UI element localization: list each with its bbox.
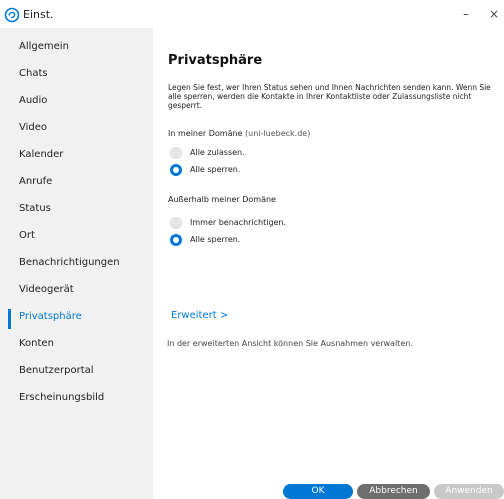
advanced-note: In der erweiterten Ansicht können Sie Au… xyxy=(167,339,413,348)
in-domain-section-label: In meiner Domäne (uni-luebeck.de) xyxy=(168,129,310,138)
sidebar-item-label: Anrufe xyxy=(19,176,53,187)
sidebar-item-kalender[interactable]: Kalender xyxy=(0,144,153,170)
sidebar-item-videogeraet[interactable]: Videogerät xyxy=(0,279,153,305)
outside-domain-label: Außerhalb meiner Domäne xyxy=(168,195,276,204)
sidebar-item-privatsphaere[interactable]: Privatsphäre xyxy=(0,306,153,332)
radio-button-checked-icon[interactable] xyxy=(170,164,182,176)
apply-button[interactable]: Anwenden xyxy=(434,484,504,499)
radio-button-unchecked-icon[interactable] xyxy=(170,147,182,159)
ok-button[interactable]: OK xyxy=(283,484,353,499)
sidebar-item-label: Kalender xyxy=(19,149,64,160)
sidebar-item-video[interactable]: Video xyxy=(0,117,153,143)
domain-name: (uni-luebeck.de) xyxy=(245,129,311,138)
sidebar-item-anrufe[interactable]: Anrufe xyxy=(0,171,153,197)
sidebar-item-label: Video xyxy=(19,122,48,133)
sidebar-item-erscheinungsbild[interactable]: Erscheinungsbild xyxy=(0,387,153,413)
settings-content: Privatsphäre Legen Sie fest, wer Ihren S… xyxy=(153,28,504,499)
sidebar: Allgemein Chats Audio Video Kalender Anr… xyxy=(0,28,153,499)
sidebar-item-label: Status xyxy=(19,203,51,214)
sidebar-item-label: Benutzerportal xyxy=(19,365,94,376)
advanced-link[interactable]: Erweitert > xyxy=(171,310,228,321)
sidebar-item-label: Allgemein xyxy=(19,41,69,52)
sidebar-item-ort[interactable]: Ort xyxy=(0,225,153,251)
sidebar-item-label: Privatsphäre xyxy=(19,311,82,322)
sidebar-item-label: Benachrichtigungen xyxy=(19,257,120,268)
radio-label[interactable]: Alle zulassen. xyxy=(190,148,245,157)
radio-button-checked-icon[interactable] xyxy=(170,234,182,246)
title-bar: Einst. – × xyxy=(0,0,504,28)
sidebar-item-label: Audio xyxy=(19,95,48,106)
sidebar-item-benachrichtigungen[interactable]: Benachrichtigungen xyxy=(0,252,153,278)
sidebar-item-allgemein[interactable]: Allgemein xyxy=(0,36,153,62)
sidebar-item-label: Videogerät xyxy=(19,284,74,295)
in-domain-label: In meiner Domäne xyxy=(168,129,243,138)
close-button[interactable]: × xyxy=(489,7,499,21)
radio-label[interactable]: Immer benachrichtigen. xyxy=(190,218,286,227)
sidebar-item-konten[interactable]: Konten xyxy=(0,333,153,359)
radio-button-unchecked-icon[interactable] xyxy=(170,217,182,229)
sidebar-item-label: Erscheinungsbild xyxy=(19,392,105,403)
sidebar-item-status[interactable]: Status xyxy=(0,198,153,224)
radio-label[interactable]: Alle sperren. xyxy=(190,235,240,244)
sidebar-item-benutzerportal[interactable]: Benutzerportal xyxy=(0,360,153,386)
sidebar-item-label: Chats xyxy=(19,68,48,79)
window-title: Einst. xyxy=(23,8,54,21)
app-logo-icon xyxy=(4,7,20,23)
sidebar-item-chats[interactable]: Chats xyxy=(0,63,153,89)
sidebar-item-audio[interactable]: Audio xyxy=(0,90,153,116)
page-title: Privatsphäre xyxy=(168,53,263,68)
sidebar-item-label: Konten xyxy=(19,338,54,349)
sidebar-item-label: Ort xyxy=(19,230,35,241)
minimize-button[interactable]: – xyxy=(463,7,469,21)
cancel-button[interactable]: Abbrechen xyxy=(357,484,430,499)
privacy-description: Legen Sie fest, wer Ihren Status sehen u… xyxy=(168,83,491,110)
radio-label[interactable]: Alle sperren. xyxy=(190,165,240,174)
